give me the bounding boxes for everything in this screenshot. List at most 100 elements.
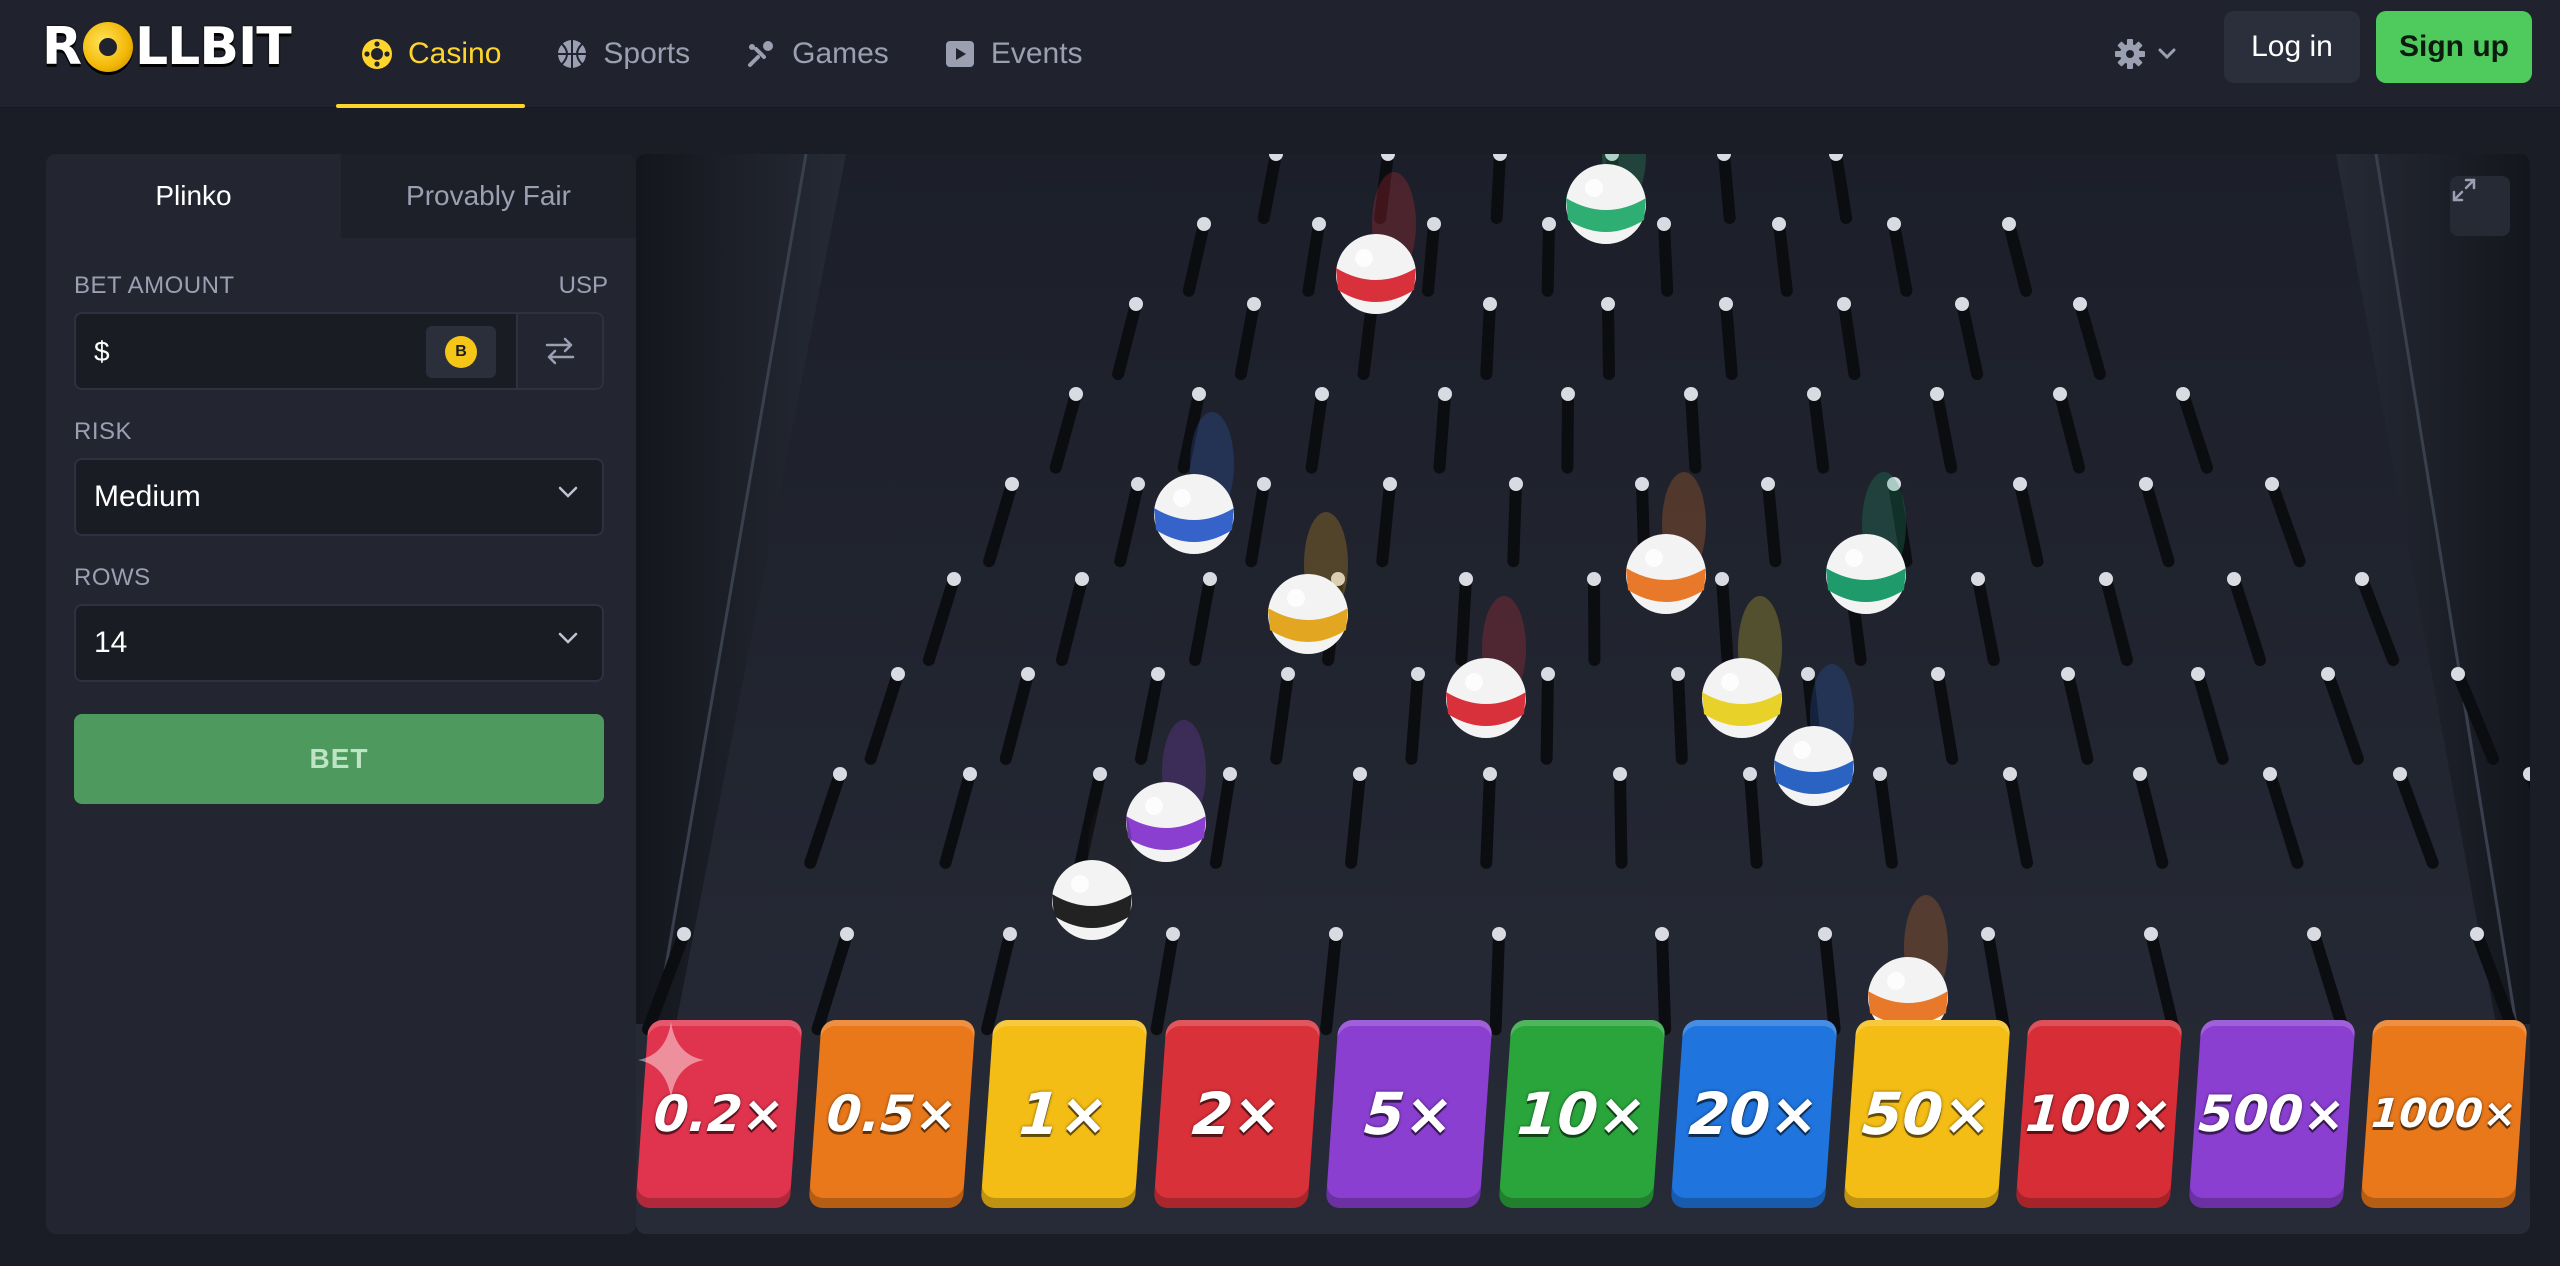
settings-dropdown[interactable] [2100, 26, 2190, 82]
peg-cap [2139, 477, 2153, 491]
top-bar: R LLBIT Casino Sports Games Events Log i… [0, 0, 2560, 108]
chevron-down-icon [558, 486, 578, 498]
peg-cap [1613, 767, 1627, 781]
risk-label: RISK [74, 418, 133, 445]
peg-cap [2470, 927, 2484, 941]
peg-cap [1684, 387, 1698, 401]
tab-provably-fair[interactable]: Provably Fair [341, 154, 636, 238]
multiplier-bucket: 100× [2015, 1020, 2183, 1208]
peg-cap [1587, 572, 1601, 586]
risk-select[interactable]: Medium [74, 458, 604, 536]
rows-select[interactable]: 14 [74, 604, 604, 682]
multiplier-bucket: 5× [1325, 1020, 1493, 1208]
peg-cap [1655, 927, 1669, 941]
multiplier-bucket: 500× [2187, 1020, 2356, 1208]
risk-value: Medium [94, 480, 201, 513]
bet-amount-input[interactable] [120, 328, 460, 376]
peg-cap [1541, 667, 1555, 681]
plinko-board: 0.2× 0.5× 1× 2× 5× 10× 20× 50× 100× 500×… [636, 154, 2530, 1234]
fullscreen-button[interactable] [2450, 176, 2510, 236]
peg [1422, 218, 1440, 297]
peg [1480, 298, 1496, 380]
peg-cap [1761, 477, 1775, 491]
peg [1716, 573, 1734, 666]
bet-button[interactable]: BET [74, 714, 604, 804]
peg-cap [1807, 387, 1821, 401]
peg-cap [1281, 667, 1295, 681]
peg-cap [1257, 477, 1271, 491]
peg [1357, 298, 1378, 380]
panel-tabs: Plinko Provably Fair [46, 154, 636, 238]
peg-cap [2061, 667, 2075, 681]
peg-cap [1312, 217, 1326, 231]
peg-cap [1887, 217, 1901, 231]
coin-icon: B [445, 336, 477, 368]
peg-cap [1542, 217, 1556, 231]
peg-cap [2321, 667, 2335, 681]
tab-plinko[interactable]: Plinko [46, 154, 341, 238]
peg-cap [2176, 387, 2190, 401]
peg-cap [1601, 297, 1615, 311]
ball-highlight [1145, 797, 1163, 815]
peg-cap [833, 767, 847, 781]
peg-cap [1930, 387, 1944, 401]
swap-currency-button[interactable] [516, 314, 602, 388]
login-button[interactable]: Log in [2224, 11, 2360, 83]
peg [1489, 928, 1505, 1036]
peg-cap [2191, 667, 2205, 681]
ball-highlight [1645, 549, 1663, 567]
nav-casino[interactable]: Casino [336, 0, 526, 108]
ball-highlight [1721, 673, 1739, 691]
peg-cap [1955, 297, 1969, 311]
peg [1507, 478, 1522, 568]
peg-cap [1671, 667, 1685, 681]
nav-casino-label: Casino [408, 37, 502, 70]
signup-button[interactable]: Sign up [2376, 11, 2532, 83]
currency-coin-button[interactable]: B [426, 326, 496, 378]
rows-value: 14 [94, 626, 128, 659]
nav-sports[interactable]: Sports [531, 0, 714, 108]
peg-cap [1129, 297, 1143, 311]
nav-events[interactable]: Events [919, 0, 1107, 108]
gear-icon [2115, 39, 2145, 69]
multiplier-bucket: 0.5× [807, 1020, 976, 1208]
main-nav: Casino Sports Games Events [336, 0, 1113, 108]
nav-sports-label: Sports [603, 37, 691, 70]
peg [1541, 218, 1555, 297]
chevron-down-icon [558, 632, 578, 644]
peg-cap [2073, 297, 2087, 311]
multiplier-bucket: 1000× [2360, 1020, 2528, 1208]
peg-cap [1772, 217, 1786, 231]
peg-cap [1223, 767, 1237, 781]
peg [1480, 768, 1496, 869]
peg-cap [1203, 572, 1217, 586]
peg [1540, 668, 1554, 765]
ball-highlight [1173, 489, 1191, 507]
peg [1773, 218, 1793, 297]
peg-cap [1971, 572, 1985, 586]
peg-cap [1931, 667, 1945, 681]
peg [1744, 768, 1763, 869]
ball-highlight [1071, 875, 1089, 893]
peg-cap [2307, 927, 2321, 941]
peg-cap [2099, 572, 2113, 586]
peg-cap [1021, 667, 1035, 681]
peg-cap [1818, 927, 1832, 941]
peg-cap [1483, 767, 1497, 781]
expand-icon [2452, 178, 2476, 202]
multiplier-bucket: 50× [1842, 1020, 2011, 1208]
multiplier-bucket: 10× [1497, 1020, 1666, 1208]
peg [1490, 154, 1506, 224]
peg [1685, 388, 1702, 474]
rollbit-logo[interactable]: R LLBIT [42, 17, 292, 77]
peg [1762, 478, 1782, 568]
basketball-icon [558, 40, 587, 68]
peg [1614, 768, 1628, 869]
peg-cap [1069, 387, 1083, 401]
nav-games[interactable]: Games [720, 0, 913, 108]
peg [1718, 154, 1736, 224]
peg-cap [2265, 477, 2279, 491]
peg-cap [947, 572, 961, 586]
peg [1658, 218, 1674, 297]
peg-cap [1743, 767, 1757, 781]
